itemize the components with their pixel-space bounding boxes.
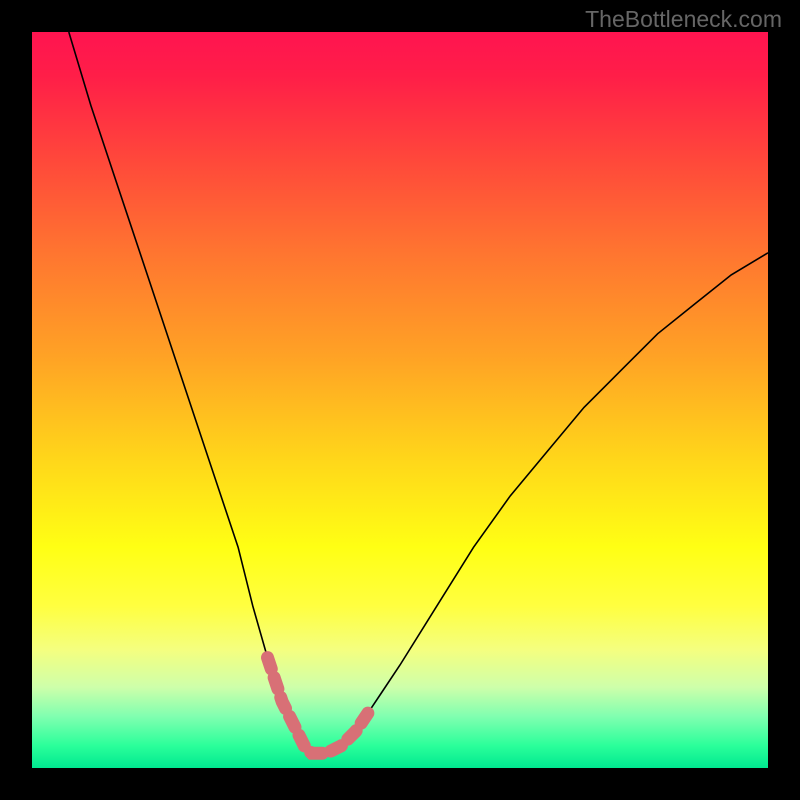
optimal-zone-highlight bbox=[268, 658, 371, 754]
chart-plot-area bbox=[32, 32, 768, 768]
chart-svg bbox=[32, 32, 768, 768]
bottleneck-curve bbox=[69, 32, 768, 753]
watermark-text: TheBottleneck.com bbox=[585, 6, 782, 33]
